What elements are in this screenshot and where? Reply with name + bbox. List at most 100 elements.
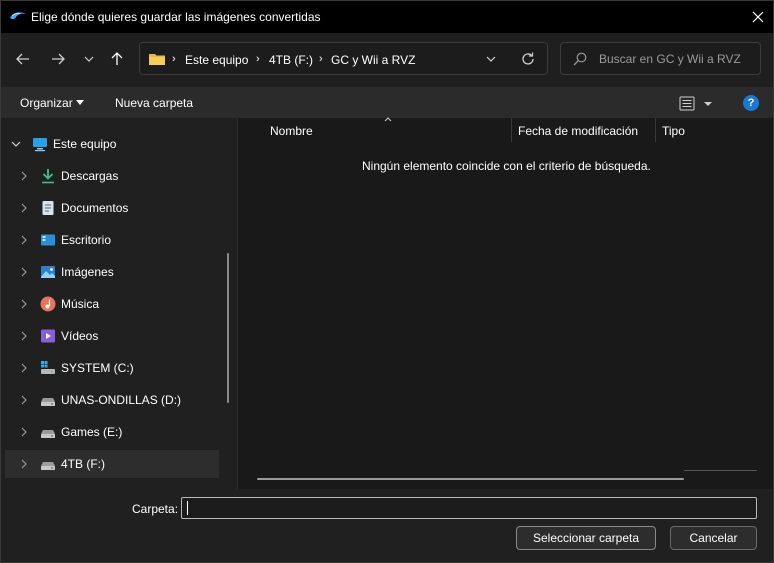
navigation-scrollbar[interactable] [227,253,229,403]
download-icon [42,169,54,184]
chevron-right-icon[interactable] [19,267,29,277]
tree-item-games-e[interactable]: Games (E:) [5,418,219,446]
cancel-button[interactable]: Cancelar [670,526,757,550]
close-button[interactable] [743,1,773,33]
column-header-name[interactable]: Nombre [270,124,313,138]
videos-icon [41,329,55,343]
folder-name-input[interactable] [181,497,757,519]
cancel-label: Cancelar [689,531,738,545]
desktop-icon [41,234,55,246]
documents-icon [42,201,54,215]
search-icon [573,52,587,66]
column-separator[interactable] [655,118,656,142]
dialog-footer: Carpeta: Seleccionar carpeta Cancelar [1,489,773,562]
back-button[interactable] [11,47,35,71]
new-folder-button[interactable]: Nueva carpeta [115,96,193,110]
tree-item-este-equipo[interactable]: Este equipo [5,130,219,158]
chevron-right-icon[interactable] [19,459,29,469]
caret-down-icon[interactable] [76,100,84,105]
save-dialog-window: Elige dónde quieres guardar las imágenes… [0,0,774,563]
chevron-right-icon[interactable] [19,395,29,405]
tree-item-imagenes[interactable]: Imágenes [5,258,219,286]
recent-locations-button[interactable] [77,47,101,71]
refresh-icon[interactable] [520,51,536,67]
address-bar[interactable]: › Este equipo › 4TB (F:) › GC y Wii a RV… [139,42,548,75]
tree-item-system-c[interactable]: SYSTEM (C:) [5,354,219,382]
chevron-right-icon[interactable] [19,171,29,181]
tree-item-escritorio[interactable]: Escritorio [5,226,219,254]
up-button[interactable] [105,47,129,71]
command-bar: Organizar Nueva carpeta ? [1,87,773,118]
forward-button[interactable] [46,47,70,71]
drive-icon [41,462,55,470]
tree-label: Imágenes [61,265,114,279]
drive-icon [41,398,55,406]
tree-item-unas-ondillas-d[interactable]: UNAS-ONDILLAS (D:) [5,386,219,414]
search-input[interactable] [599,50,754,68]
scrollbar-track [684,470,757,471]
tree-label: UNAS-ONDILLAS (D:) [61,393,182,407]
tree-item-descargas[interactable]: Descargas [5,162,219,190]
title-bar: Elige dónde quieres guardar las imágenes… [1,1,773,33]
select-folder-button[interactable]: Seleccionar carpeta [516,526,656,550]
dolphin-icon [10,12,26,20]
navigation-pane: Este equipo Descargas Documentos Escrito… [1,118,237,489]
arrow-right-icon [52,53,65,65]
chevron-right-icon[interactable] [19,203,29,213]
chevron-down-icon[interactable] [11,139,21,149]
navigation-bar: › Este equipo › 4TB (F:) › GC y Wii a RV… [1,33,773,87]
chevron-right-icon[interactable] [19,427,29,437]
tree-label: Descargas [61,169,119,183]
breadcrumb-4tb-drive[interactable]: 4TB (F:) [269,53,313,67]
chevron-right-icon[interactable] [19,331,29,341]
column-header-date-modified[interactable]: Fecha de modificación [518,124,638,138]
column-header-type[interactable]: Tipo [662,124,685,138]
organize-button[interactable]: Organizar [20,96,73,110]
text-cursor [187,501,188,515]
drive-icon [41,430,55,438]
address-history-dropdown[interactable] [483,52,499,66]
arrow-left-icon [16,53,29,65]
tree-label: Games (E:) [61,425,123,439]
select-folder-label: Seleccionar carpeta [532,531,640,545]
sort-ascending-icon [384,117,392,122]
tree-item-videos[interactable]: Vídeos [5,322,219,350]
folder-label: Carpeta: [132,502,179,516]
tree-label: Vídeos [61,329,99,343]
tree-label: Música [61,297,100,311]
window-title: Elige dónde quieres guardar las imágenes… [31,10,321,24]
chevron-down-icon [84,56,94,62]
arrow-up-icon [111,52,123,65]
music-icon [40,296,56,312]
tree-label: Documentos [61,201,129,215]
help-button[interactable]: ? [743,95,759,111]
close-icon [752,11,764,23]
pictures-icon [41,266,55,278]
horizontal-scrollbar[interactable] [257,478,684,480]
computer-icon [33,138,47,152]
breadcrumb-separator[interactable]: › [172,53,176,65]
search-box[interactable] [560,42,761,75]
tree-label: Escritorio [61,233,112,247]
tree-label: Este equipo [53,137,117,151]
chevron-right-icon[interactable] [19,299,29,309]
tree-label: 4TB (F:) [61,457,105,471]
tree-item-4tb-f[interactable]: 4TB (F:) [5,450,219,478]
list-view-icon[interactable] [679,95,717,113]
tree-item-documentos[interactable]: Documentos [5,194,219,222]
tree-label: SYSTEM (C:) [61,361,134,375]
breadcrumb-current-folder[interactable]: GC y Wii a RVZ [331,53,415,67]
breadcrumb-separator[interactable]: › [319,53,323,65]
chevron-right-icon[interactable] [19,363,29,373]
tree-item-musica[interactable]: Música [5,290,219,318]
chevron-right-icon[interactable] [19,235,29,245]
help-icon: ? [747,97,755,109]
breadcrumb-separator[interactable]: › [256,53,260,65]
breadcrumb-este-equipo[interactable]: Este equipo [185,53,248,67]
file-list: Nombre Fecha de modificación Tipo Ningún… [238,117,773,489]
column-separator[interactable] [511,118,512,142]
system-drive-icon [41,361,55,374]
folder-icon [149,54,165,65]
chevron-down-icon [486,56,496,62]
empty-folder-message: Ningún elemento coincide con el criterio… [362,159,651,173]
